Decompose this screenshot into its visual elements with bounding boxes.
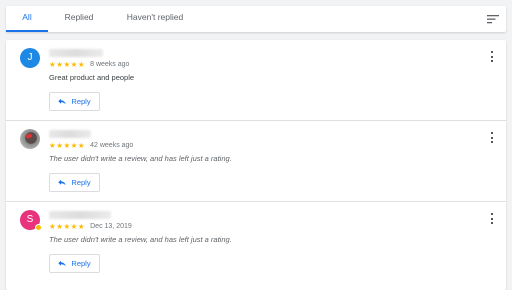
reply-button-label: Reply xyxy=(71,178,91,187)
tab-havent-replied[interactable]: Haven't replied xyxy=(118,6,192,32)
reply-button[interactable]: Reply xyxy=(49,173,100,192)
reviewer-name-redacted xyxy=(49,49,103,57)
rating-row: ★★★★★ Dec 13, 2019 xyxy=(49,222,132,231)
avatar: J xyxy=(20,48,40,68)
review-text: The user didn't write a review, and has … xyxy=(49,154,232,163)
rating-row: ★★★★★ 8 weeks ago xyxy=(49,60,129,69)
tab-replied[interactable]: Replied xyxy=(56,6,102,32)
review-text: Great product and people xyxy=(49,73,135,82)
reviews-list: J ★★★★★ 8 weeks ago Great product and pe… xyxy=(6,40,506,290)
review-item: S ★★★★★ Dec 13, 2019 The user didn't wri… xyxy=(6,202,506,283)
review-time: Dec 13, 2019 xyxy=(90,223,132,230)
review-item: ★★★★★ 42 weeks ago The user didn't write… xyxy=(6,121,506,202)
avatar-letter: S xyxy=(26,214,34,225)
star-rating: ★★★★★ xyxy=(49,60,86,69)
reviewer-name-redacted xyxy=(49,211,111,219)
reply-arrow-icon xyxy=(58,179,67,186)
star-rating: ★★★★★ xyxy=(49,141,86,150)
avatar: S xyxy=(20,210,42,231)
more-options-icon[interactable] xyxy=(490,132,494,144)
review-text: The user didn't write a review, and has … xyxy=(49,235,232,244)
review-item: J ★★★★★ 8 weeks ago Great product and pe… xyxy=(6,40,506,121)
more-options-icon[interactable] xyxy=(490,213,494,225)
avatar xyxy=(20,129,40,149)
reply-arrow-icon xyxy=(58,98,67,105)
reply-arrow-icon xyxy=(58,260,67,267)
review-filter-tabs: All Replied Haven't replied xyxy=(6,6,506,32)
reply-button-label: Reply xyxy=(71,259,91,268)
review-time: 8 weeks ago xyxy=(90,61,130,68)
reply-button[interactable]: Reply xyxy=(49,254,100,273)
tab-all[interactable]: All xyxy=(6,6,48,32)
review-time: 42 weeks ago xyxy=(90,142,134,149)
reply-button[interactable]: Reply xyxy=(49,92,100,111)
more-options-icon[interactable] xyxy=(490,51,494,63)
rating-row: ★★★★★ 42 weeks ago xyxy=(49,141,133,150)
local-guide-badge-icon xyxy=(35,224,42,231)
reply-button-label: Reply xyxy=(71,97,91,106)
sort-icon[interactable] xyxy=(486,13,500,25)
star-rating: ★★★★★ xyxy=(49,222,86,231)
reviewer-name-redacted xyxy=(49,130,91,138)
